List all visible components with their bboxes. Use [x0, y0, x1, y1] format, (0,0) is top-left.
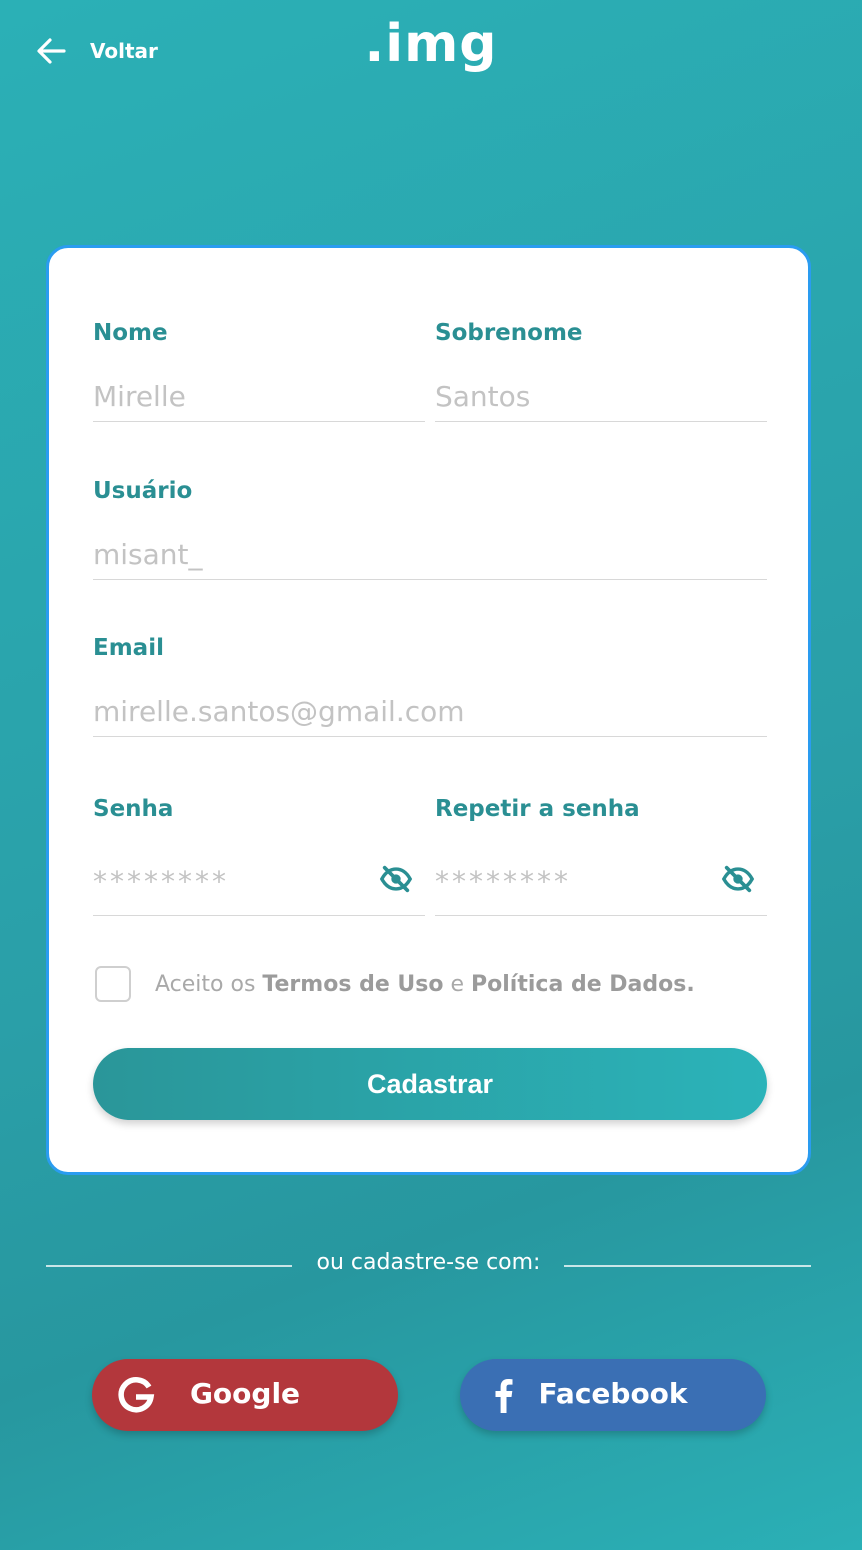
google-label: Google [189, 1377, 301, 1410]
username-input[interactable] [93, 530, 767, 580]
terms-prefix: Aceito os [155, 971, 256, 997]
username-label: Usuário [93, 478, 193, 504]
password-repeat-label: Repetir a senha [435, 796, 640, 822]
first-name-field: Nome [93, 320, 425, 438]
app-logo: .img [364, 14, 498, 74]
google-signup-button[interactable]: Google [92, 1359, 398, 1431]
facebook-label: Facebook [538, 1377, 688, 1410]
top-bar: Voltar .img [0, 0, 862, 100]
username-field: Usuário [93, 478, 767, 596]
email-field: Email [93, 635, 767, 753]
last-name-field: Sobrenome [435, 320, 767, 438]
password-field: Senha [93, 796, 425, 920]
signup-card: Nome Sobrenome Usuário Email Senha Repet… [46, 245, 811, 1175]
first-name-label: Nome [93, 320, 168, 346]
facebook-signup-button[interactable]: Facebook [460, 1359, 766, 1431]
terms-checkbox[interactable] [95, 966, 131, 1002]
email-input[interactable] [93, 687, 767, 737]
first-name-input[interactable] [93, 372, 425, 422]
password-input[interactable] [93, 848, 425, 916]
privacy-policy-link[interactable]: Política de Dados. [471, 972, 695, 997]
terms-connector: e [450, 971, 465, 997]
social-divider: ou cadastre-se com: [46, 1250, 811, 1282]
eye-off-icon[interactable] [721, 862, 755, 896]
eye-off-icon[interactable] [379, 862, 413, 896]
terms-of-use-link[interactable]: Termos de Uso [262, 972, 443, 997]
password-repeat-input[interactable] [435, 848, 767, 916]
terms-text: Aceito os Termos de Uso e Política de Da… [155, 972, 695, 997]
divider-text: ou cadastre-se com: [316, 1250, 541, 1275]
register-button[interactable]: Cadastrar [93, 1048, 767, 1120]
terms-row: Aceito os Termos de Uso e Política de Da… [95, 966, 695, 1002]
password-repeat-field: Repetir a senha [435, 796, 767, 920]
email-label: Email [93, 635, 164, 661]
password-label: Senha [93, 796, 174, 822]
last-name-label: Sobrenome [435, 320, 583, 346]
last-name-input[interactable] [435, 372, 767, 422]
divider-line-right [564, 1265, 811, 1267]
